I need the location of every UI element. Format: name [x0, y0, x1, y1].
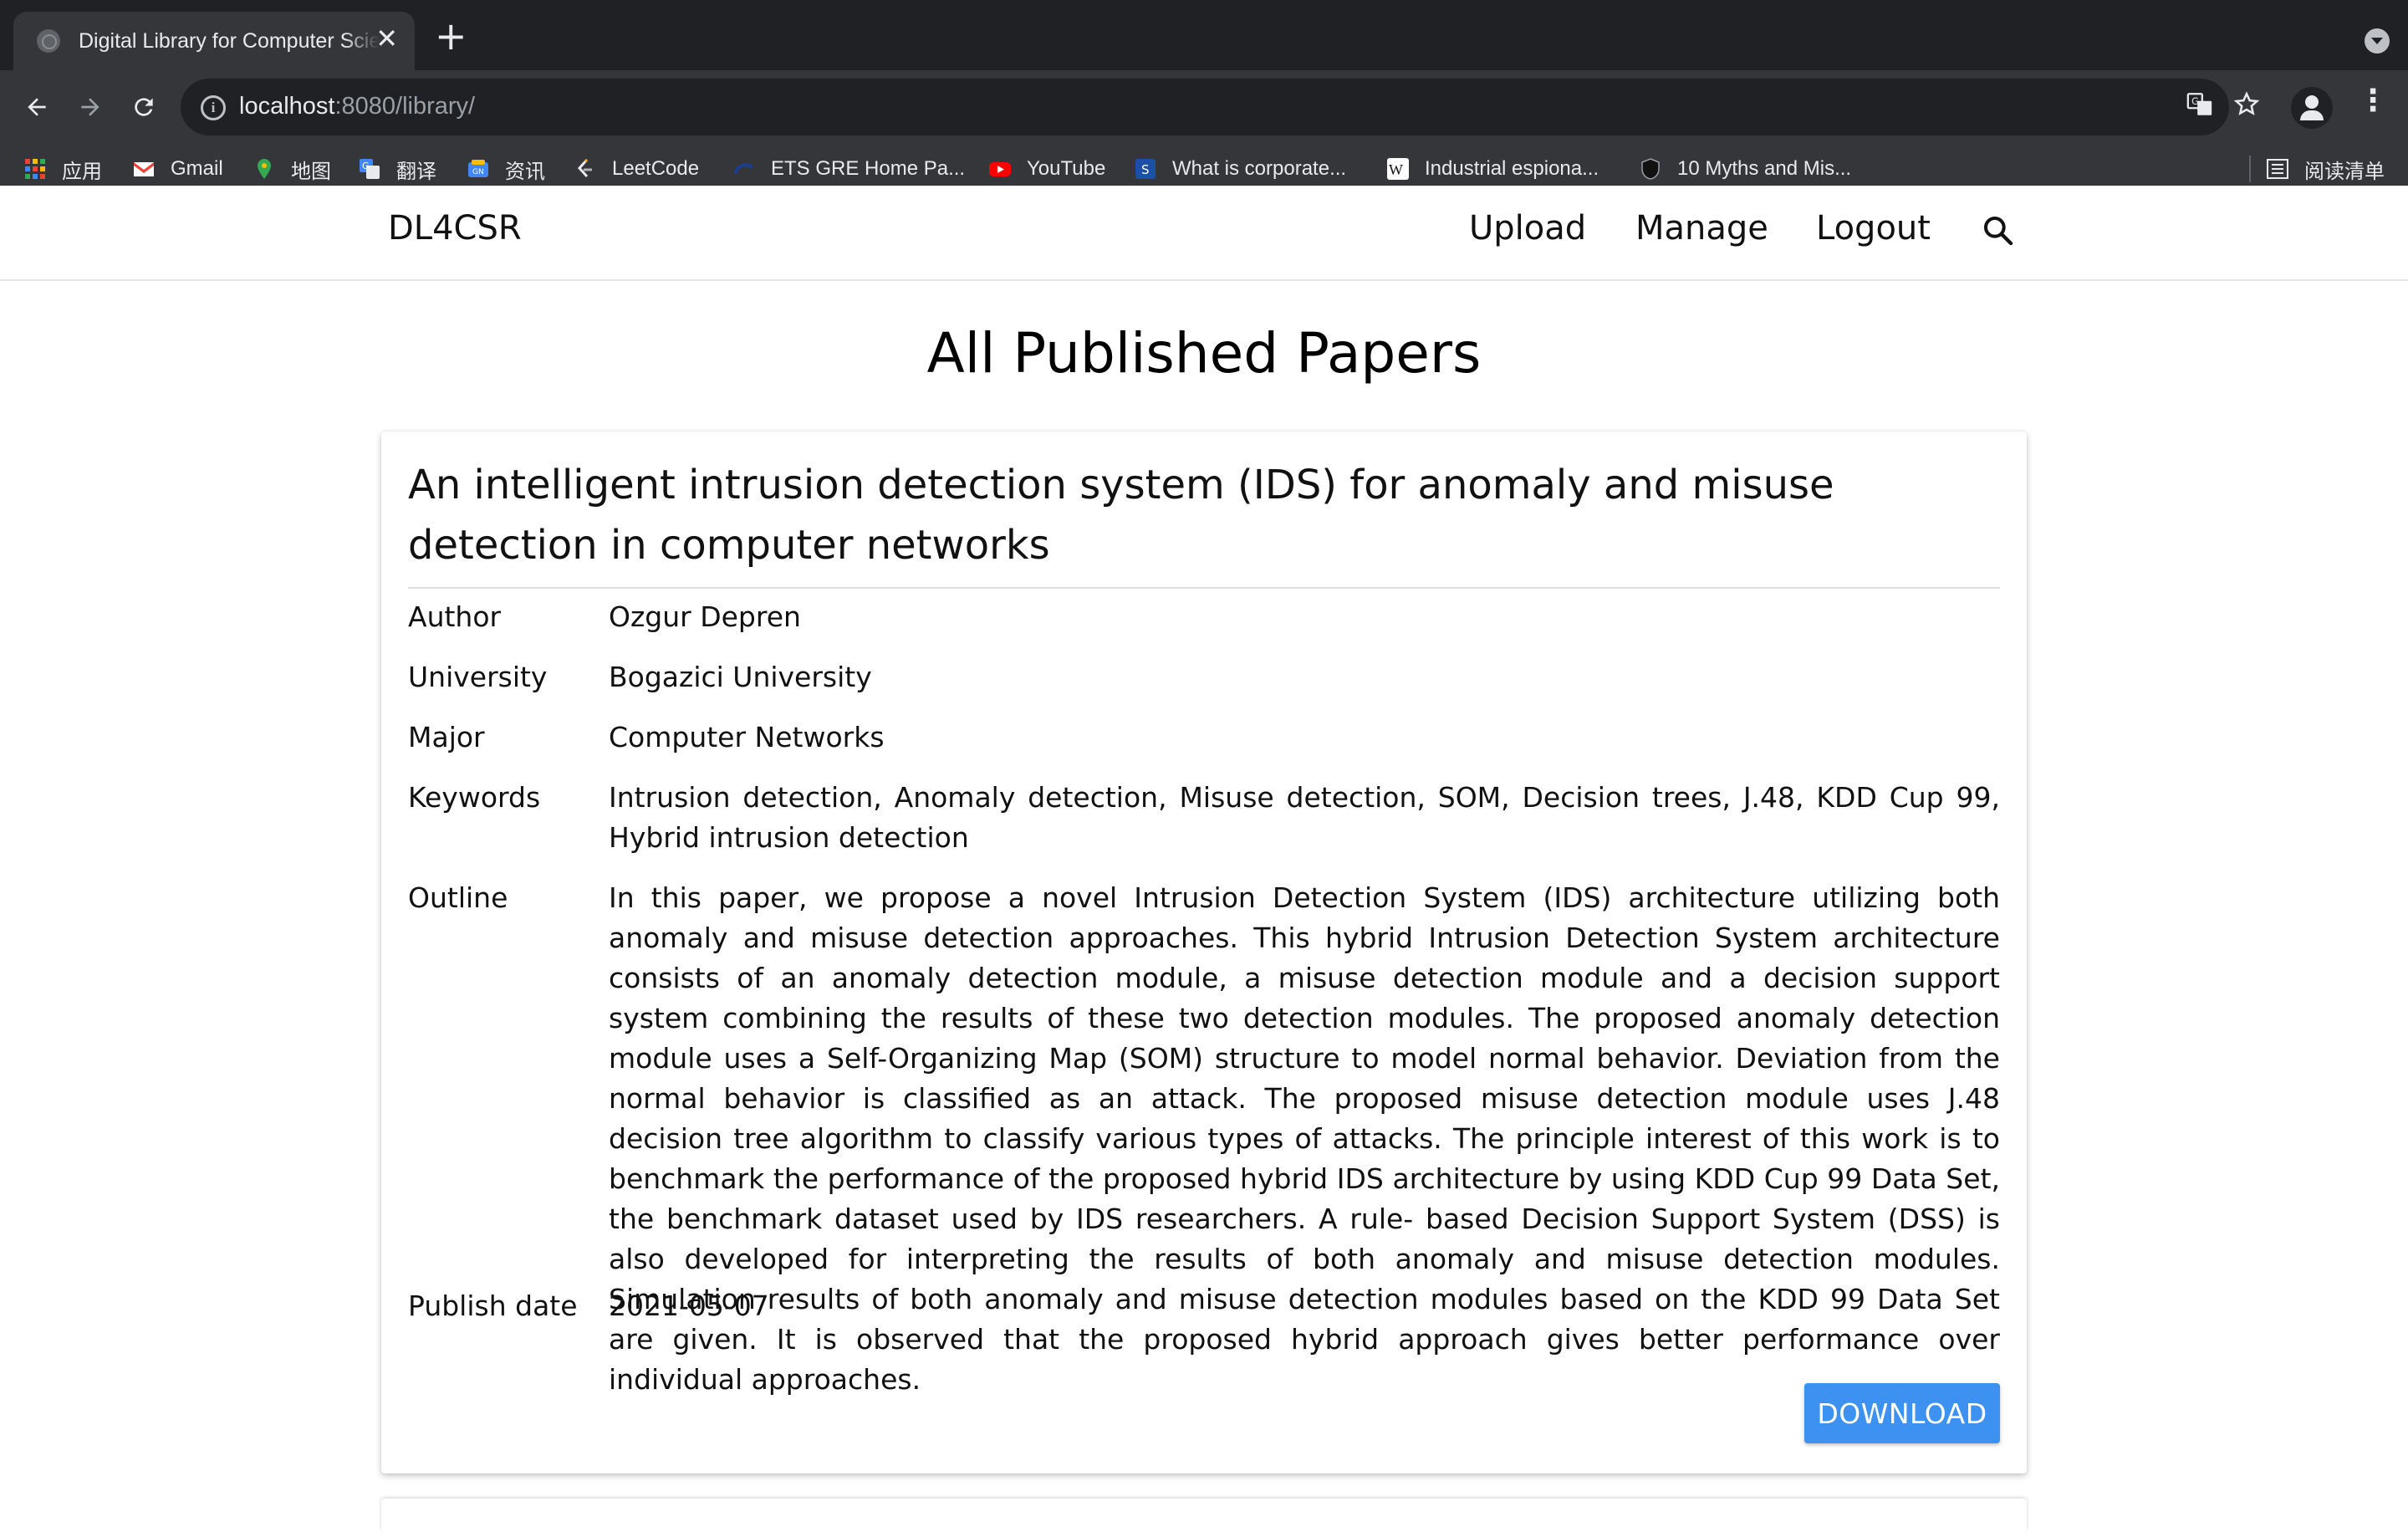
- browser-toolbar: i localhost:8080/library/ G ⋮ 应用 Gmail 地…: [0, 70, 2408, 201]
- bookmark-label: YouTube: [1027, 157, 1106, 180]
- ets-icon: [734, 163, 754, 175]
- arrow-right-icon: [81, 98, 99, 116]
- paper-card: An intelligent intrusion detection syste…: [381, 432, 2027, 1473]
- svg-text:G: G: [362, 161, 370, 171]
- page-title: All Published Papers: [926, 321, 1482, 386]
- nav-upload-link[interactable]: Upload: [1469, 209, 1586, 248]
- forward-button[interactable]: [65, 82, 115, 132]
- field-label: Outline: [408, 881, 508, 914]
- arrow-left-icon: [28, 98, 46, 116]
- bookmarks-divider: [2249, 156, 2251, 182]
- url-text[interactable]: localhost:8080/library/: [239, 93, 475, 120]
- youtube-icon: [989, 162, 1011, 176]
- site-navbar: DL4CSR Upload Manage Logout: [0, 186, 2408, 281]
- back-button[interactable]: [12, 82, 62, 132]
- bookmark-label: What is corporate...: [1172, 157, 1347, 180]
- field-label: Keywords: [408, 781, 541, 814]
- field-value: Intrusion detection, Anomaly detection, …: [609, 781, 2000, 854]
- reload-button[interactable]: [119, 82, 169, 132]
- scribd-icon: S: [1135, 159, 1156, 179]
- nav-manage-link[interactable]: Manage: [1635, 209, 1768, 248]
- nav-logout-link[interactable]: Logout: [1816, 209, 1931, 248]
- download-button[interactable]: DOWNLOAD: [1804, 1383, 2000, 1443]
- search-icon[interactable]: [1982, 214, 2015, 248]
- reading-list-icon: [2267, 159, 2288, 179]
- bookmark-label: 应用: [62, 160, 102, 183]
- svg-text:G: G: [2191, 95, 2199, 107]
- paper-title: An intelligent intrusion detection syste…: [408, 462, 1834, 569]
- field-label: University: [408, 661, 548, 693]
- shield-icon: [1641, 158, 1660, 180]
- close-tab-icon[interactable]: ✕: [375, 25, 398, 52]
- bookmark-star-icon[interactable]: [2232, 90, 2261, 125]
- field-label: Major: [408, 721, 485, 753]
- bookmark-label: Industrial espiona...: [1425, 157, 1599, 180]
- tab-search-icon[interactable]: [2365, 28, 2390, 54]
- bookmark-label: 资讯: [505, 160, 545, 183]
- next-paper-card: [381, 1499, 2027, 1532]
- svg-text:S: S: [1141, 162, 1150, 177]
- bookmark-label: 翻译: [396, 160, 436, 183]
- reload-icon: [135, 98, 153, 116]
- new-tab-button[interactable]: +: [435, 17, 467, 55]
- browser-tabstrip: Digital Library for Computer Science Res…: [0, 0, 2408, 70]
- maps-pin-icon: [258, 159, 271, 179]
- translate-icon: G: [360, 159, 380, 179]
- browser-tab[interactable]: Digital Library for Computer Science Res…: [13, 12, 415, 70]
- reading-list-label: 阅读清单: [2304, 159, 2385, 183]
- gmail-icon: [134, 162, 154, 176]
- tab-title: Digital Library for Computer Science Res…: [79, 28, 380, 53]
- news-icon: GN: [468, 160, 488, 177]
- profile-avatar-icon[interactable]: [2291, 87, 2333, 129]
- field-label: Author: [408, 600, 502, 633]
- field-value: Computer Networks: [609, 721, 885, 753]
- menu-kebab-icon[interactable]: ⋮: [2358, 84, 2388, 118]
- field-value: Bogazici University: [609, 661, 872, 693]
- field-value: Ozgur Depren: [609, 600, 801, 633]
- bookmark-label: Gmail: [171, 157, 223, 180]
- bookmark-label: 10 Myths and Mis...: [1677, 157, 1852, 180]
- translate-page-icon[interactable]: G: [2186, 90, 2214, 125]
- site-brand[interactable]: DL4CSR: [388, 209, 522, 248]
- address-bar[interactable]: i localhost:8080/library/ G: [181, 79, 2260, 135]
- svg-text:GN: GN: [472, 168, 484, 176]
- bookmark-label: LeetCode: [612, 157, 700, 180]
- divider: [408, 587, 2000, 589]
- field-value: 2021-05-07: [609, 1289, 769, 1322]
- wikipedia-icon: W: [1387, 158, 1409, 180]
- apps-grid-icon: [25, 159, 45, 179]
- field-label: Publish date: [408, 1289, 578, 1322]
- bookmark-label: 地图: [291, 160, 331, 183]
- info-icon[interactable]: i: [201, 95, 226, 120]
- globe-icon: [37, 29, 60, 53]
- bookmark-label: ETS GRE Home Pa...: [771, 157, 966, 180]
- leetcode-icon: [577, 158, 592, 178]
- svg-text:W: W: [1389, 161, 1403, 178]
